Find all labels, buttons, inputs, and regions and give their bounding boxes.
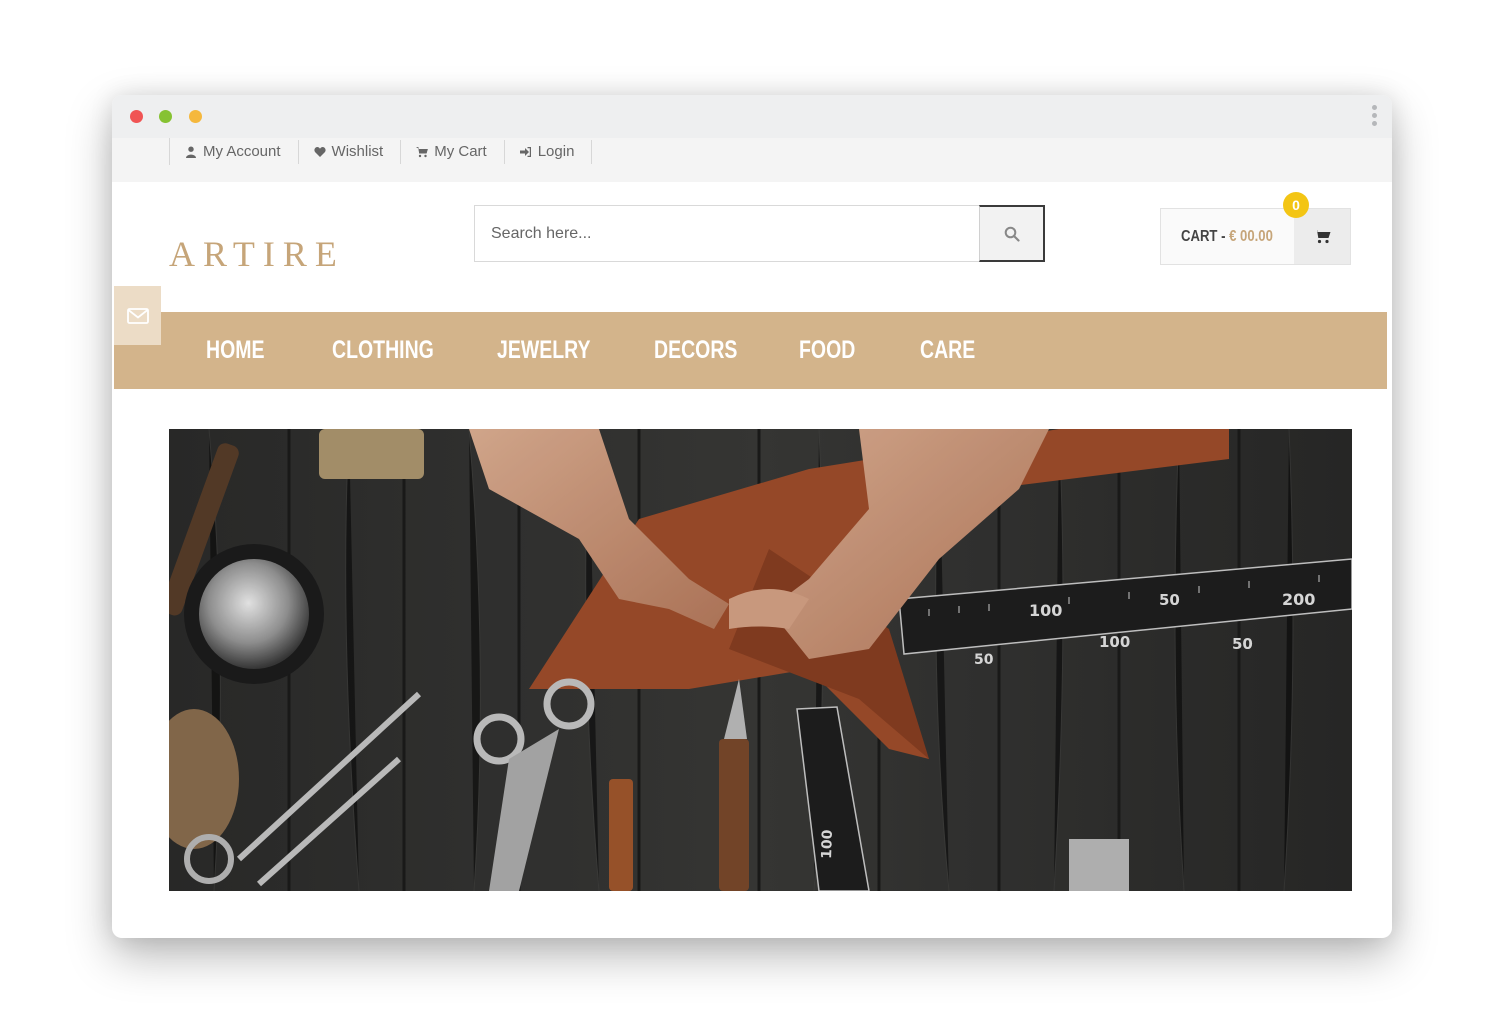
cart-icon: [416, 146, 429, 157]
cart-label-text: CART -: [1181, 228, 1226, 245]
search-button[interactable]: [979, 205, 1045, 262]
cart-summary: CART - € 00.00: [1181, 209, 1273, 264]
cart-amount: € 00.00: [1229, 228, 1273, 245]
my-cart-label: My Cart: [434, 143, 487, 160]
my-cart-link[interactable]: My Cart: [401, 139, 505, 164]
heart-icon: [313, 146, 326, 157]
nav-item-food[interactable]: FOOD: [799, 336, 855, 365]
nav-item-clothing[interactable]: CLOTHING: [332, 336, 434, 365]
nav-item-decors[interactable]: DECORS: [654, 336, 737, 365]
my-account-link[interactable]: My Account: [170, 139, 299, 164]
newsletter-tab[interactable]: [114, 286, 161, 345]
cart-count-badge: 0: [1283, 192, 1309, 218]
nav-item-care[interactable]: CARE: [920, 336, 975, 365]
browser-window: My Account Wishlist My Cart Login ARTIRE…: [112, 95, 1392, 938]
close-window-button[interactable]: [130, 110, 143, 123]
search-input[interactable]: [475, 206, 975, 261]
login-link[interactable]: Login: [505, 139, 593, 164]
cart-icon-box: [1294, 209, 1350, 264]
login-label: Login: [537, 143, 575, 160]
hero-image: 100 200 50 100 50 50 100: [169, 429, 1352, 891]
wishlist-link[interactable]: Wishlist: [299, 139, 402, 164]
sign-in-icon: [519, 146, 531, 157]
top-links: My Account Wishlist My Cart Login: [169, 138, 593, 165]
maximize-window-button[interactable]: [159, 110, 172, 123]
main-nav: HOME CLOTHING JEWELRY DECORS FOOD CARE: [114, 312, 1387, 389]
window-titlebar: [112, 95, 1392, 138]
site-logo[interactable]: ARTIRE: [169, 233, 345, 275]
nav-item-jewelry[interactable]: JEWELRY: [497, 336, 591, 365]
envelope-icon: [126, 307, 149, 324]
search-icon: [1004, 226, 1020, 242]
user-icon: [186, 146, 196, 158]
more-options-icon[interactable]: [1370, 105, 1378, 129]
nav-item-home[interactable]: HOME: [206, 336, 265, 365]
wishlist-label: Wishlist: [331, 143, 384, 160]
hero-banner: 100 200 50 100 50 50 100: [169, 429, 1352, 891]
top-bar: My Account Wishlist My Cart Login: [112, 138, 1392, 182]
cart-button[interactable]: CART - € 00.00: [1160, 208, 1351, 265]
my-account-label: My Account: [203, 143, 281, 160]
search-box: [474, 205, 1045, 262]
shopping-cart-icon: [1313, 230, 1330, 244]
minimize-window-button[interactable]: [189, 110, 202, 123]
